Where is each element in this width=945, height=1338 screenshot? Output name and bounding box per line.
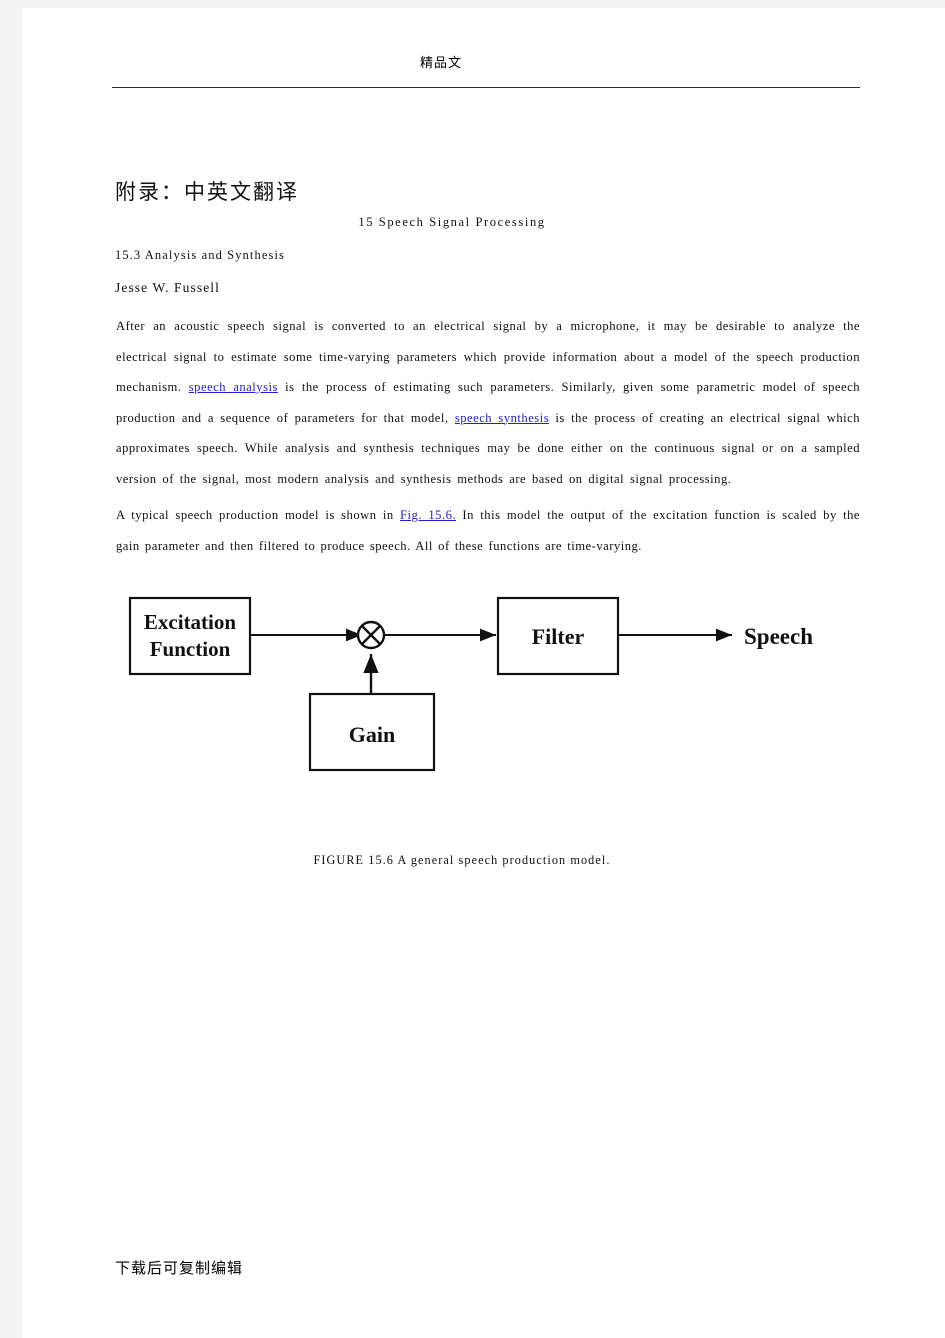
paragraph-2: A typical speech production model is sho…	[116, 500, 860, 561]
multiplier-node	[356, 620, 386, 650]
header-divider	[112, 87, 860, 88]
chapter-heading: 15 Speech Signal Processing	[358, 215, 546, 229]
link-speech-synthesis[interactable]: speech synthesis	[455, 411, 549, 425]
excitation-label-line2: Function	[150, 637, 231, 661]
figure-block-diagram: Excitation Function Gain Filter Speech	[22, 584, 945, 884]
author-name: Jesse W. Fussell	[115, 280, 220, 295]
excitation-function-block: Excitation Function	[128, 596, 252, 676]
paragraph-2-part-a: A typical speech production model is sho…	[116, 508, 401, 522]
excitation-label-line1: Excitation	[144, 610, 236, 634]
block-diagram-svg: Excitation Function Gain Filter Speech	[128, 596, 813, 772]
filter-block: Filter	[496, 596, 620, 676]
gain-label: Gain	[349, 722, 395, 747]
gain-block: Gain	[308, 692, 436, 772]
link-speech-analysis[interactable]: speech analysis	[189, 380, 278, 394]
speech-output-label: Speech	[744, 624, 813, 649]
filter-label: Filter	[532, 624, 585, 649]
header-watermark-text: 精品文	[419, 56, 462, 71]
footer-note: 下载后可复制编辑	[115, 1259, 244, 1277]
document-page: 精品文 附录：中英文翻译 15 Speech Signal Processing…	[22, 8, 945, 1338]
page-title: 附录：中英文翻译	[115, 180, 299, 204]
paragraph-1: After an acoustic speech signal is conve…	[116, 311, 860, 494]
figure-caption: FIGURE 15.6 A general speech production …	[313, 853, 611, 867]
body-text: After an acoustic speech signal is conve…	[116, 311, 860, 567]
link-figure-15-6[interactable]: Fig. 15.6.	[400, 508, 456, 522]
page-header: 精品文	[22, 52, 860, 72]
section-heading: 15.3 Analysis and Synthesis	[115, 248, 285, 262]
